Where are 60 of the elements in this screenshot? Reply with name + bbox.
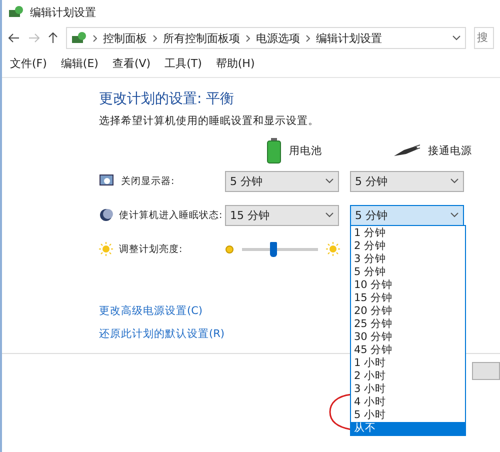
column-header: 接通电源 bbox=[428, 144, 472, 158]
dropdown-option[interactable]: 从不 bbox=[351, 422, 465, 434]
chevron-right-icon bbox=[93, 34, 97, 42]
column-header: 用电池 bbox=[289, 144, 322, 158]
setting-label: 关闭显示器: bbox=[121, 174, 174, 188]
chevron-down-icon bbox=[452, 35, 461, 41]
setting-label: 使计算机进入睡眠状态: bbox=[119, 208, 222, 222]
menu-item[interactable]: 工具(T) bbox=[164, 56, 202, 71]
breadcrumb[interactable]: 编辑计划设置 bbox=[316, 30, 382, 46]
dropdown-option[interactable]: 2 小时 bbox=[351, 370, 465, 382]
breadcrumb[interactable]: 控制面板 bbox=[103, 30, 147, 46]
time-dropdown[interactable]: 15 分钟 bbox=[225, 204, 339, 226]
slider-thumb[interactable] bbox=[270, 242, 278, 256]
sun-icon bbox=[99, 242, 113, 256]
dropdown-option[interactable]: 25 分钟 bbox=[351, 318, 465, 330]
dropdown-option[interactable]: 10 分钟 bbox=[351, 278, 465, 292]
chevron-right-icon bbox=[306, 34, 310, 42]
chevron-down-icon bbox=[450, 178, 459, 184]
breadcrumb[interactable]: 电源选项 bbox=[256, 30, 300, 46]
dropdown-option[interactable]: 30 分钟 bbox=[351, 330, 465, 344]
window-title: 编辑计划设置 bbox=[30, 4, 96, 20]
dropdown-option[interactable]: 2 分钟 bbox=[351, 240, 465, 252]
setting-label: 调整计划亮度: bbox=[119, 242, 182, 256]
menu-item[interactable]: 文件(F) bbox=[10, 56, 47, 71]
dropdown-option[interactable]: 1 小时 bbox=[351, 356, 465, 370]
dropdown-option[interactable]: 4 小时 bbox=[351, 396, 465, 408]
up-button[interactable] bbox=[48, 32, 58, 44]
dropdown-option[interactable]: 1 分钟 bbox=[351, 226, 465, 240]
time-dropdown[interactable]: 5 分钟 bbox=[225, 170, 339, 192]
menu-item[interactable]: 编辑(E) bbox=[60, 56, 98, 71]
search-field[interactable]: 搜 bbox=[474, 27, 494, 49]
chevron-right-icon bbox=[246, 34, 250, 42]
chevron-right-icon bbox=[153, 34, 157, 42]
settings-link[interactable]: 还原此计划的默认设置(R) bbox=[99, 327, 224, 341]
monitor-clock-icon bbox=[99, 174, 115, 188]
sun-icon bbox=[326, 242, 340, 256]
moon-icon bbox=[99, 208, 113, 222]
dropdown-option[interactable]: 3 小时 bbox=[351, 382, 465, 396]
battery-icon bbox=[267, 138, 281, 164]
settings-link[interactable]: 更改高级电源设置(C) bbox=[99, 304, 203, 318]
address-bar[interactable]: 控制面板 所有控制面板项 电源选项 编辑计划设置 bbox=[66, 27, 466, 49]
menu-item[interactable]: 帮助(H) bbox=[216, 56, 255, 71]
highlight-arc bbox=[329, 393, 352, 431]
dropdown-option[interactable]: 20 分钟 bbox=[351, 304, 465, 318]
dropdown-option[interactable]: 5 分钟 bbox=[351, 266, 465, 278]
chevron-down-icon bbox=[450, 212, 459, 218]
page-heading: 更改计划的设置: 平衡 bbox=[99, 90, 236, 108]
dim-sun-icon bbox=[225, 244, 234, 254]
dropdown-option[interactable]: 3 分钟 bbox=[351, 252, 465, 266]
description: 选择希望计算机使用的睡眠设置和显示设置。 bbox=[99, 114, 320, 128]
chevron-down-icon bbox=[325, 178, 334, 184]
power-plug-icon bbox=[392, 144, 420, 158]
breadcrumb[interactable]: 所有控制面板项 bbox=[163, 30, 240, 46]
back-button[interactable] bbox=[8, 33, 20, 43]
dropdown-option[interactable]: 15 分钟 bbox=[351, 292, 465, 304]
menu-item[interactable]: 查看(V) bbox=[112, 56, 151, 71]
chevron-down-icon bbox=[325, 212, 334, 218]
dropdown-option[interactable]: 5 小时 bbox=[351, 408, 465, 422]
dropdown-option[interactable]: 45 分钟 bbox=[351, 344, 465, 356]
time-dropdown[interactable]: 5 分钟 bbox=[350, 170, 464, 192]
